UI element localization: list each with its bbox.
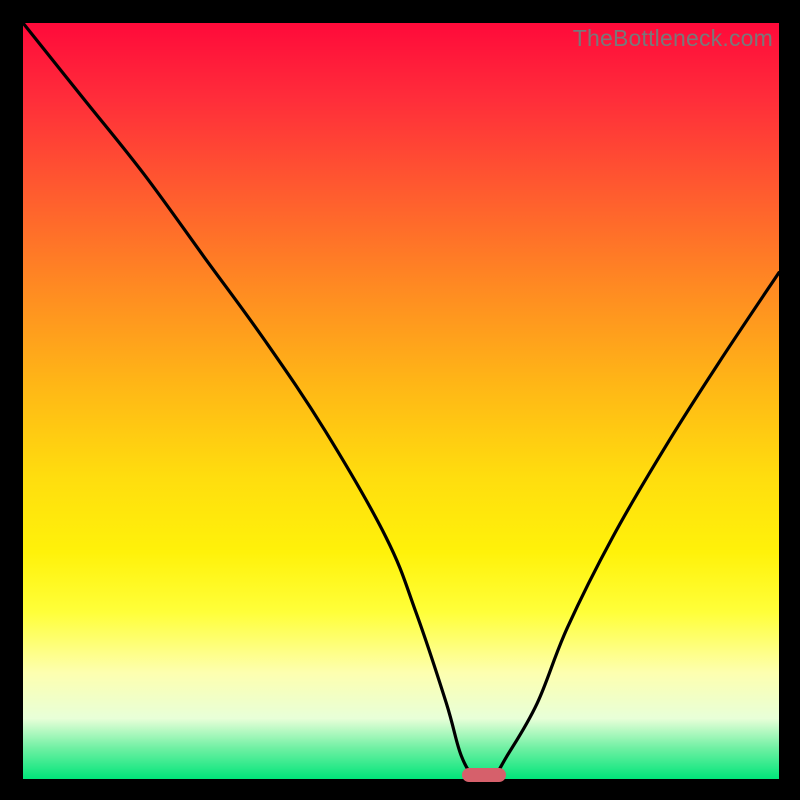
bottleneck-marker <box>462 768 506 782</box>
plot-area: TheBottleneck.com <box>23 23 779 779</box>
chart-stage: TheBottleneck.com <box>0 0 800 800</box>
bottleneck-curve <box>23 23 779 779</box>
